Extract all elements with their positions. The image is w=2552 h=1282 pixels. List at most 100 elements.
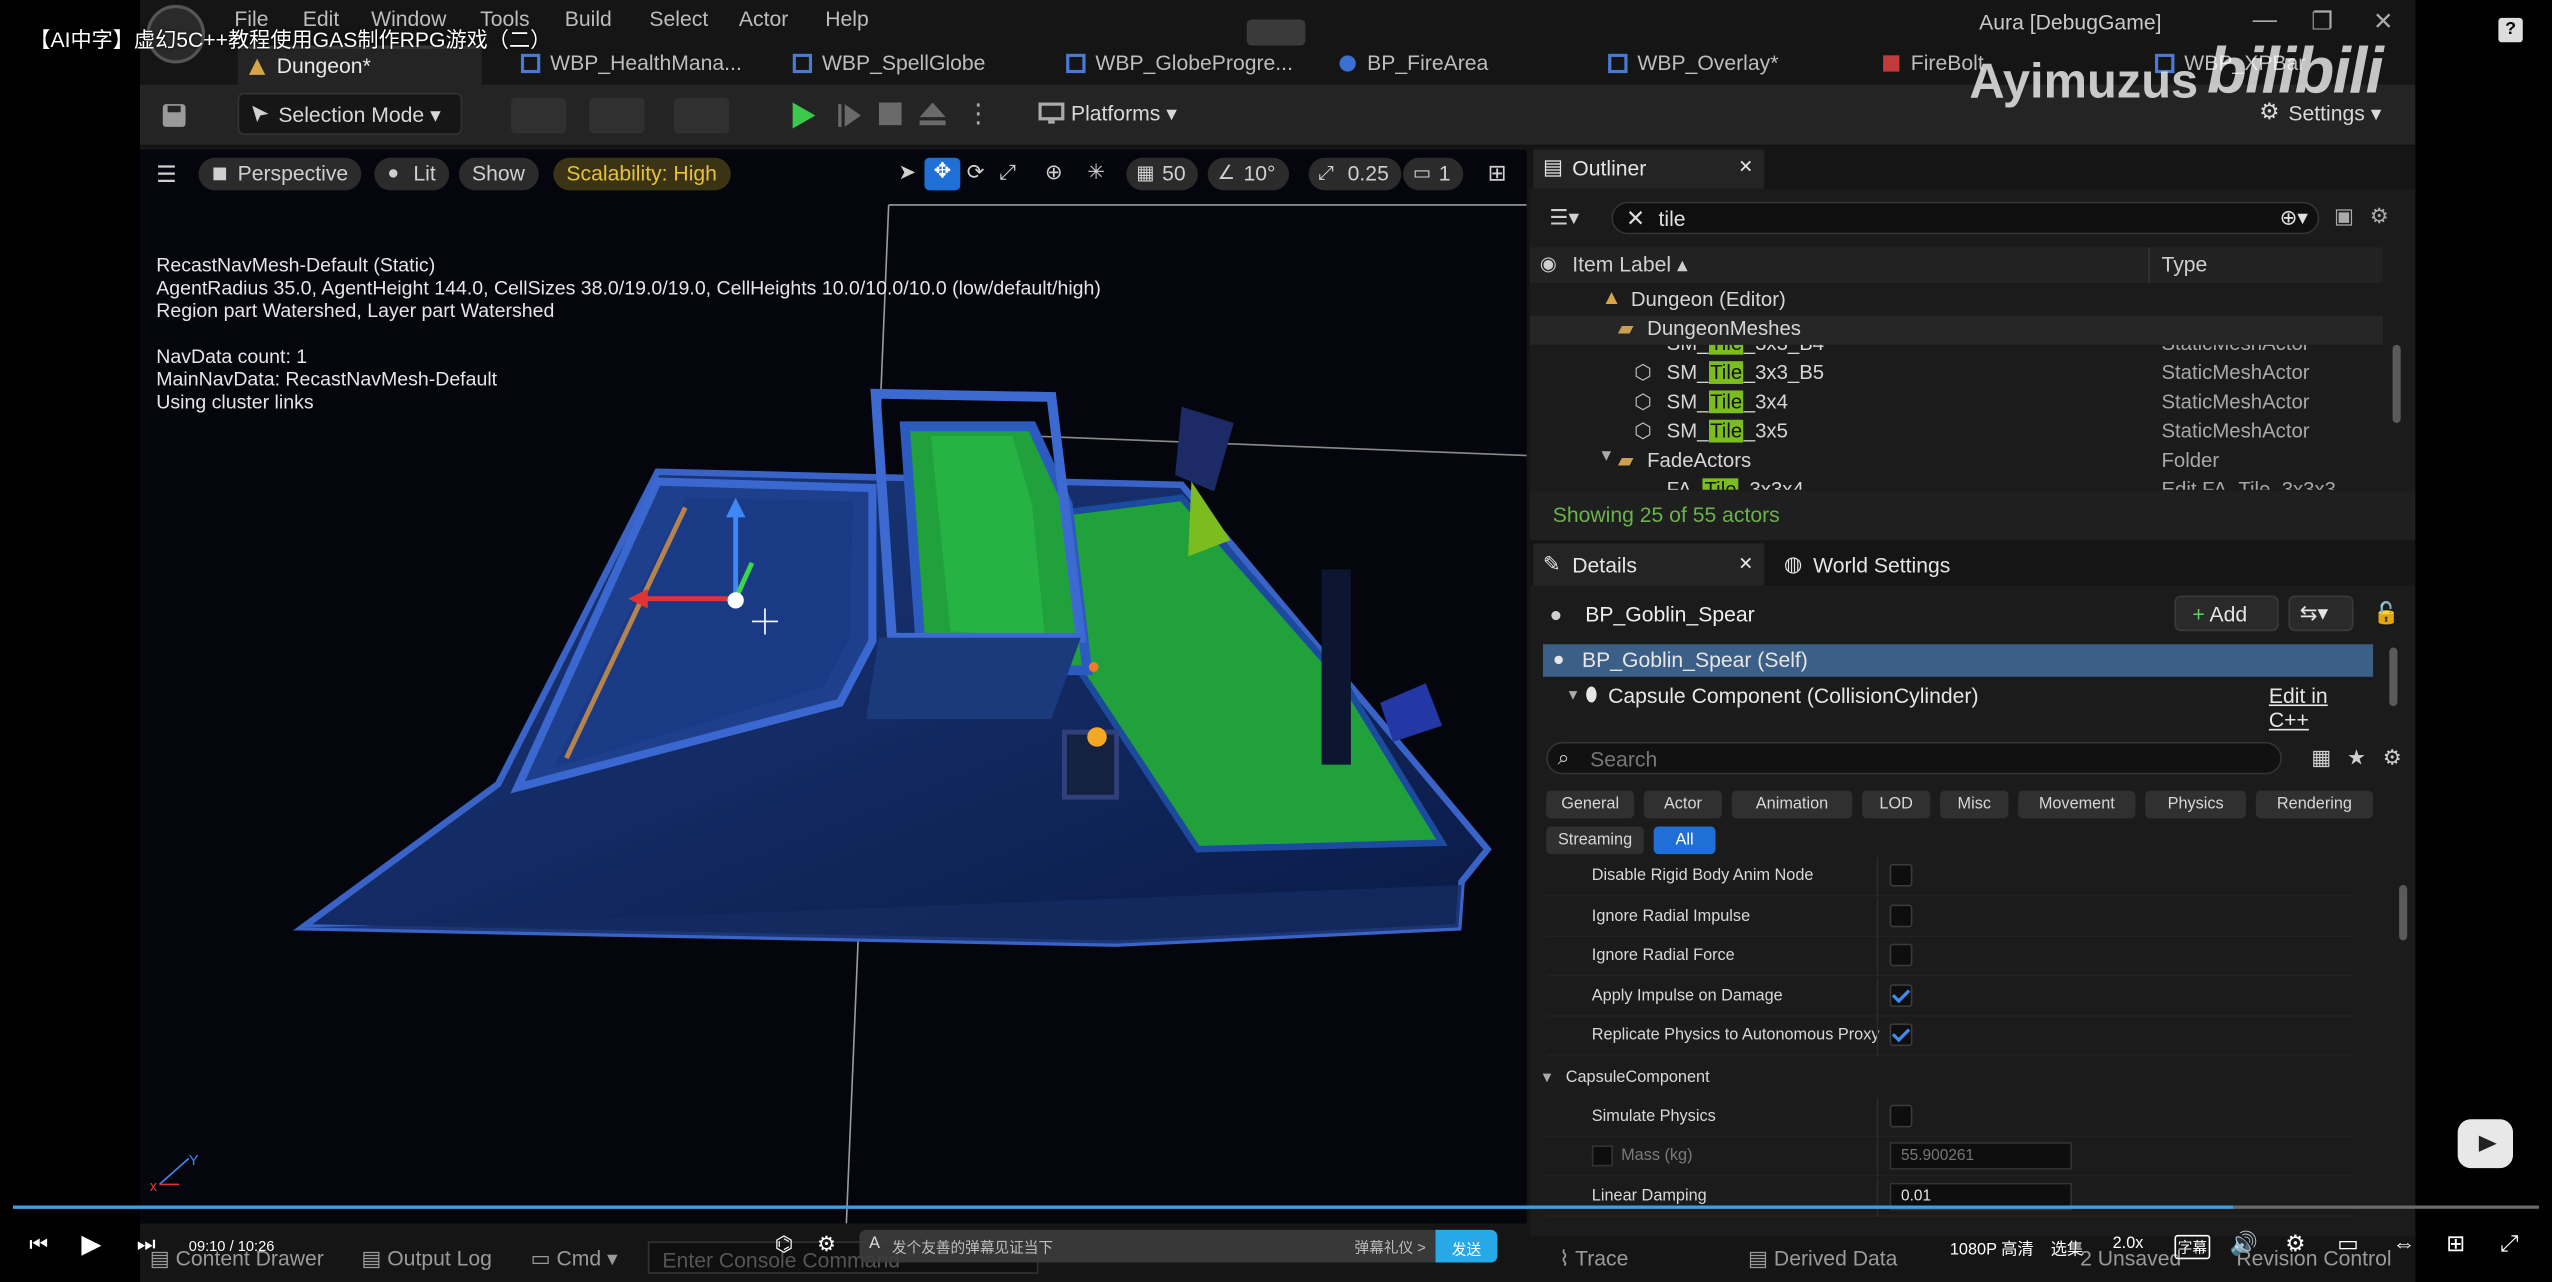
filter-streaming[interactable]: Streaming (1546, 826, 1644, 855)
close-tab-icon[interactable]: ✕ (1738, 553, 1753, 575)
favorite-star-icon[interactable]: ★ (2347, 745, 2366, 771)
danmaku-toggle-icon[interactable]: ⌬ (775, 1232, 793, 1258)
previous-icon[interactable]: ⏮ (29, 1232, 48, 1258)
filter-movement[interactable]: Movement (2018, 790, 2136, 819)
tab-outliner[interactable]: ▤ Outliner ✕ (1533, 149, 1765, 189)
expand-arrow-icon[interactable]: ▼ (1598, 447, 1614, 465)
next-icon[interactable]: ⏭ (137, 1232, 156, 1258)
tab-details[interactable]: ✎ Details ✕ (1533, 543, 1765, 586)
category-capsulecomponent[interactable]: ▼ CapsuleComponent (1529, 1059, 2354, 1099)
filter-lod[interactable]: LOD (1861, 790, 1931, 819)
text-style-icon[interactable]: A (869, 1235, 880, 1253)
filter-icon[interactable]: ☰▾ (1549, 205, 1579, 231)
play-icon[interactable]: ▶ (81, 1228, 101, 1261)
layout-toggle-icon[interactable] (1246, 19, 1306, 46)
save-icon[interactable] (160, 101, 189, 130)
table-view-icon[interactable]: ▦ (2311, 745, 2331, 771)
mass-override-checkbox[interactable] (1591, 1145, 1613, 1167)
play-icon[interactable] (788, 101, 817, 130)
tab-wbp-globeprogress[interactable]: WBP_GlobeProgre... (1056, 46, 1302, 85)
blueprint-options-button[interactable]: ⇆▾ (2288, 595, 2354, 632)
outliner-row-actor[interactable]: ⬡ SM_ Tile _3x5 StaticMeshActor (1530, 418, 2383, 447)
filter-all[interactable]: All (1653, 826, 1716, 855)
tab-wbp-spellglobe[interactable]: WBP_SpellGlobe (783, 46, 995, 85)
viewport-layout-icon[interactable]: ⊞ (1488, 159, 1507, 187)
edit-in-cpp-link[interactable]: Edit in C++ (2269, 683, 2373, 732)
widescreen-icon[interactable]: ⇔ (2393, 1230, 2416, 1256)
component-capsule[interactable]: ▼ ⬮ Capsule Component (CollisionCylinder… (1543, 680, 2373, 732)
checkbox-checked[interactable] (1889, 984, 1913, 1008)
outliner-scrollbar[interactable] (2392, 344, 2401, 423)
perspective-button[interactable]: ◼ Perspective (198, 157, 362, 191)
show-button[interactable]: Show (458, 157, 538, 191)
collapse-arrow-icon[interactable]: ▼ (1540, 1069, 1555, 1085)
rotate-tool-icon[interactable]: ⟳ (967, 159, 985, 185)
help-icon[interactable]: ? (2498, 17, 2523, 43)
checkbox-checked[interactable] (1889, 1023, 1913, 1047)
outliner-row-folder[interactable]: ▰ DungeonMeshes (1529, 315, 2383, 345)
component-self[interactable]: ● BP_Goblin_Spear (Self) (1542, 644, 2374, 677)
outliner-row-actor[interactable]: ⬡ SM_ Tile _3x3_B5 StaticMeshActor (1530, 360, 2383, 389)
checkbox[interactable] (1889, 943, 1913, 967)
details-search-input[interactable]: ⌕ Search (1546, 741, 2282, 775)
add-filter-icon[interactable]: ⊕▾ (2280, 205, 2308, 231)
filter-actor[interactable]: Actor (1643, 790, 1723, 819)
restore-icon[interactable]: ❐ (2311, 7, 2333, 36)
selection-mode-dropdown[interactable]: Selection Mode ▾ (237, 92, 463, 136)
outliner-search-input[interactable]: ✕ tile ⊕▾ (1611, 201, 2320, 235)
episodes-button[interactable]: 选集 (2051, 1235, 2084, 1259)
level-viewport[interactable]: Y x ☰ ◼ Perspective ● Lit Show Scalabili… (139, 149, 1527, 1224)
video-progress-bar[interactable] (13, 1205, 2540, 1209)
picture-in-picture-icon[interactable]: ▭ (2337, 1230, 2359, 1258)
speed-button[interactable]: 2.0x (2113, 1235, 2144, 1253)
lit-button[interactable]: ● Lit (374, 157, 449, 191)
danmaku-settings-icon[interactable]: ⚙ (817, 1232, 836, 1258)
rotation-snap-button[interactable]: ∠ 10° (1207, 157, 1289, 191)
world-space-icon[interactable]: ⊕ (1045, 159, 1063, 185)
outliner-row-level[interactable]: ▲ Dungeon (Editor) (1530, 286, 2383, 315)
filter-rendering[interactable]: Rendering (2255, 790, 2374, 819)
move-tool-icon[interactable]: ✥ (924, 157, 961, 191)
components-scrollbar[interactable] (2389, 647, 2398, 707)
filter-animation[interactable]: Animation (1731, 790, 1853, 819)
new-folder-icon[interactable]: ▣ (2334, 203, 2354, 229)
clear-search-icon[interactable]: ✕ (1626, 205, 1645, 233)
outliner-row-actor[interactable]: ⬡ SM_ Tile _3x4 StaticMeshActor (1530, 389, 2383, 418)
scale-tool-icon[interactable]: ⤢ (999, 159, 1016, 185)
details-settings-icon[interactable]: ⚙ (2383, 745, 2402, 771)
player-settings-icon[interactable]: ⚙ (2285, 1230, 2305, 1258)
visibility-icon[interactable]: ◉ (1540, 252, 1557, 275)
step-icon[interactable] (837, 101, 863, 130)
checkbox[interactable] (1889, 1104, 1913, 1128)
fullscreen-icon[interactable]: ⤢ (2500, 1230, 2518, 1258)
platforms-dropdown[interactable]: Platforms ▾ (1032, 93, 1192, 135)
bilibili-tv-icon[interactable] (2457, 1119, 2514, 1169)
tab-wbp-overlay[interactable]: WBP_Overlay* (1598, 46, 1788, 85)
surface-snap-icon[interactable]: ✳ (1087, 159, 1105, 185)
eject-icon[interactable] (918, 101, 947, 127)
add-actor-button[interactable] (511, 97, 567, 134)
blueprint-menu-button[interactable] (589, 97, 645, 134)
web-fullscreen-icon[interactable]: ⊞ (2446, 1230, 2465, 1258)
add-component-button[interactable]: + Add (2174, 595, 2279, 632)
menu-help[interactable]: Help (825, 7, 869, 31)
type-column[interactable]: Type (2161, 252, 2207, 276)
menu-build[interactable]: Build (565, 7, 612, 31)
checkbox[interactable] (1889, 863, 1913, 887)
tab-bp-firearea[interactable]: BP_FireArea (1328, 46, 1498, 85)
mass-input[interactable]: 55.900261 (1889, 1142, 2072, 1170)
details-scrollbar[interactable] (2399, 885, 2408, 941)
outliner-row-actor[interactable]: FA_ Tile _3x3x4 Edit FA_Tile_3x3x3 (1530, 477, 2383, 490)
item-label-column[interactable]: Item Label ▴ (1572, 252, 1687, 278)
quality-button[interactable]: 1080P 高清 (1950, 1235, 2034, 1259)
menu-select[interactable]: Select (649, 7, 708, 31)
menu-actor[interactable]: Actor (739, 7, 788, 31)
close-icon[interactable]: ✕ (2373, 7, 2393, 36)
grid-snap-button[interactable]: ▦ 50 (1126, 157, 1199, 191)
stop-icon[interactable] (878, 102, 902, 126)
filter-general[interactable]: General (1546, 790, 1635, 819)
scalability-button[interactable]: Scalability: High (553, 157, 730, 191)
outliner-settings-icon[interactable]: ⚙ (2370, 203, 2389, 229)
close-tab-icon[interactable]: ✕ (1738, 156, 1753, 178)
more-options-icon[interactable]: ⋮ (965, 98, 991, 131)
